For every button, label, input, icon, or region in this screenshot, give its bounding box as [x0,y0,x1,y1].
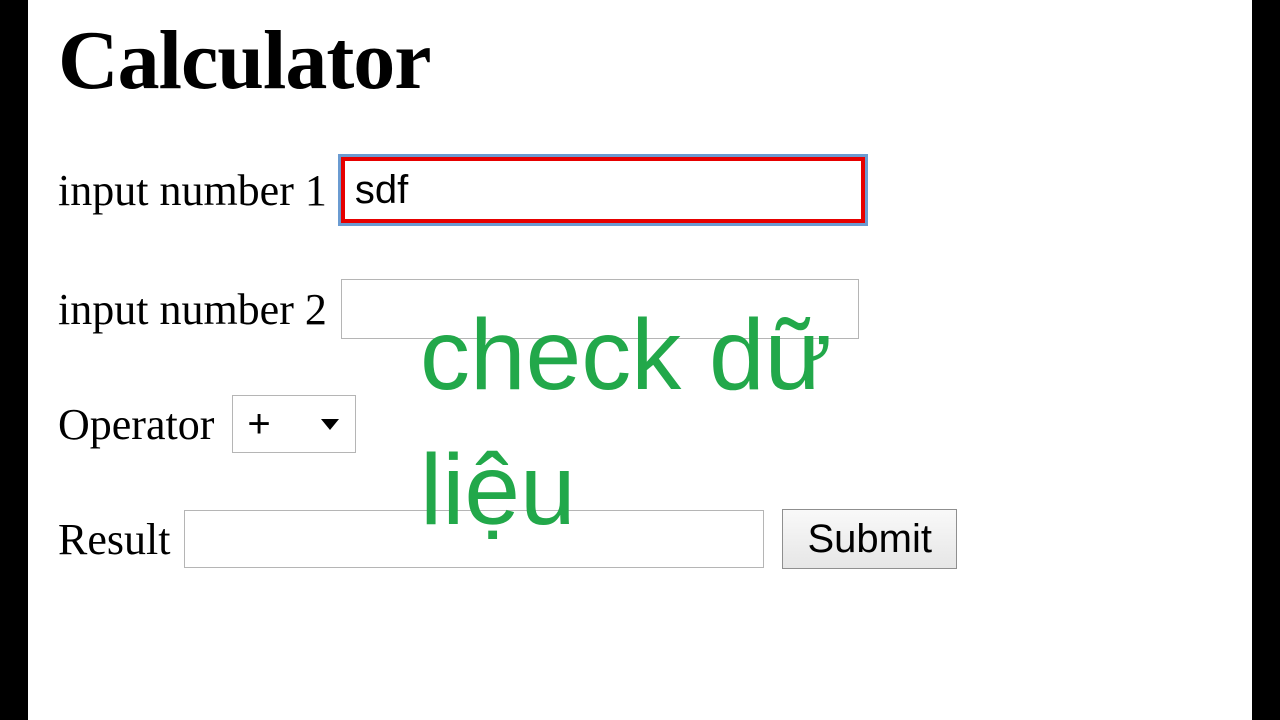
submit-button[interactable]: Submit [782,509,957,569]
black-edge-right [1252,0,1280,720]
label-result: Result [58,514,170,565]
label-input1: input number 1 [58,165,327,216]
row-input2: input number 2 [58,279,1240,339]
label-operator: Operator [58,399,214,450]
operator-value: + [241,402,319,447]
calculator-form: Calculator input number 1 input number 2… [58,0,1240,569]
operator-select[interactable]: + [232,395,356,453]
input-number-1[interactable] [341,157,865,223]
result-field[interactable] [184,510,764,568]
row-result: Result Submit [58,509,1240,569]
row-input1: input number 1 [58,157,1240,223]
page-title: Calculator [58,12,1240,109]
input-number-2[interactable] [341,279,859,339]
label-input2: input number 2 [58,284,327,335]
row-operator: Operator + [58,395,1240,453]
chevron-down-icon [319,416,341,432]
black-edge-left [0,0,28,720]
